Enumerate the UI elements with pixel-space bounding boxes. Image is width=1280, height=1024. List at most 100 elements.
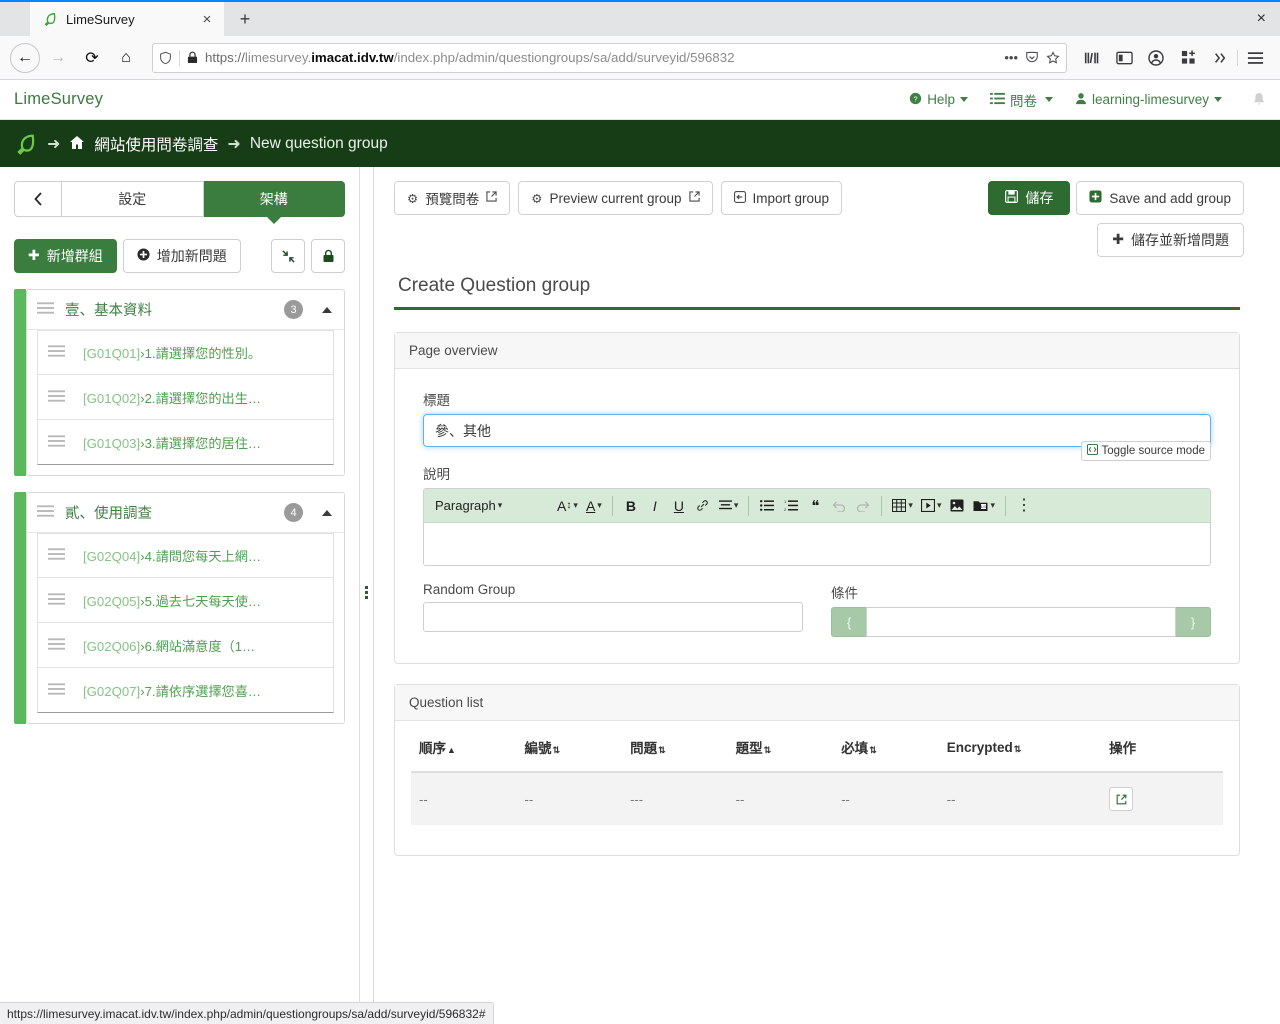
- column-type[interactable]: 題型⇅: [727, 721, 834, 773]
- close-icon[interactable]: ×: [198, 10, 216, 28]
- italic-icon[interactable]: I: [644, 493, 666, 519]
- hamburger-menu-icon[interactable]: [1240, 43, 1270, 73]
- bold-icon[interactable]: B: [620, 493, 642, 519]
- shield-icon[interactable]: [159, 51, 172, 65]
- drag-handle-icon[interactable]: [48, 389, 65, 405]
- column-question[interactable]: 問題⇅: [622, 721, 728, 773]
- tab-settings[interactable]: 設定: [62, 181, 204, 217]
- underline-icon[interactable]: U: [668, 493, 690, 519]
- list-item[interactable]: [G01Q01]›1.請選擇您的性別。: [37, 330, 334, 375]
- limesurvey-leaf-icon[interactable]: [14, 132, 38, 156]
- home-icon[interactable]: [69, 135, 85, 153]
- extensions-icon[interactable]: [1173, 43, 1203, 73]
- blockquote-icon[interactable]: ❝: [804, 493, 826, 519]
- media-icon[interactable]: ▾: [918, 493, 945, 519]
- caret-up-icon[interactable]: [322, 509, 332, 516]
- back-icon[interactable]: ←: [10, 42, 40, 73]
- save-and-add-question-button[interactable]: ✚ 儲存並新增問題: [1097, 223, 1244, 257]
- preview-current-group-button[interactable]: ⚙ Preview current group: [518, 181, 713, 215]
- drag-handle-icon[interactable]: [37, 302, 54, 317]
- bullet-list-icon[interactable]: [756, 493, 778, 519]
- library-icon[interactable]: [1077, 43, 1107, 73]
- column-code[interactable]: 編號⇅: [516, 721, 623, 773]
- question-label: [G02Q06]›6.網站滿意度（1…: [83, 636, 255, 655]
- list-item[interactable]: [G02Q05]›5.過去七天每天使…: [37, 578, 334, 623]
- drag-handle-icon[interactable]: [48, 592, 65, 608]
- question-group-header[interactable]: 壹、基本資料 3: [27, 290, 344, 330]
- drag-handle-icon[interactable]: [48, 345, 65, 360]
- overflow-icon[interactable]: [1205, 43, 1235, 73]
- help-menu[interactable]: ? Help: [909, 92, 968, 108]
- link-icon[interactable]: [692, 493, 714, 519]
- drag-handle-icon[interactable]: [48, 434, 65, 450]
- list-item[interactable]: [G01Q03]›3.請選擇您的居住…: [37, 420, 334, 465]
- toggle-source-mode-button[interactable]: Toggle source mode: [1081, 441, 1211, 461]
- surveys-menu[interactable]: 問卷: [990, 90, 1037, 110]
- font-size-icon[interactable]: A ↕ ▾: [554, 493, 581, 519]
- random-group-input[interactable]: [423, 602, 803, 632]
- external-link-icon[interactable]: [1109, 787, 1134, 811]
- caret-up-icon[interactable]: [322, 306, 332, 313]
- tab-structure[interactable]: 架構: [203, 181, 345, 224]
- font-color-icon[interactable]: A ▾: [583, 493, 605, 519]
- drag-handle-icon[interactable]: [48, 548, 65, 563]
- window-close-button[interactable]: ×: [1257, 10, 1266, 28]
- reload-icon[interactable]: ⟳: [76, 42, 108, 74]
- column-mandatory[interactable]: 必填⇅: [833, 721, 939, 773]
- bell-icon[interactable]: [1252, 92, 1266, 107]
- list-item[interactable]: [G01Q02]›2.請選擇您的出生…: [37, 375, 334, 420]
- editor-content-area[interactable]: [424, 523, 1210, 565]
- question-group: 壹、基本資料 3 [G01Q01]›1.請選擇您的性別。 [G01Q02]›2.…: [14, 289, 345, 476]
- forward-icon[interactable]: →: [42, 42, 74, 74]
- list-item[interactable]: [G02Q06]›6.網站滿意度（1…: [37, 623, 334, 668]
- condition-input[interactable]: [866, 607, 1176, 637]
- account-icon[interactable]: [1141, 43, 1171, 73]
- table-icon[interactable]: ▾: [889, 493, 916, 519]
- browser-tabstrip: LimeSurvey × + ×: [0, 0, 1280, 36]
- browser-tab[interactable]: LimeSurvey ×: [30, 2, 224, 36]
- sidebar-collapse-button[interactable]: [14, 181, 62, 217]
- url-bar[interactable]: https://limesurvey.imacat.idv.tw/index.p…: [152, 42, 1067, 73]
- list-item[interactable]: [G02Q04]›4.請問您每天上網…: [37, 533, 334, 578]
- lock-icon[interactable]: [311, 239, 345, 273]
- more-options-icon[interactable]: ⋮: [1013, 493, 1035, 519]
- breadcrumb-survey[interactable]: 網站使用問卷調查: [94, 133, 218, 155]
- preview-survey-button[interactable]: ⚙ 預覽問卷: [394, 181, 511, 215]
- save-and-add-group-button[interactable]: Save and add group: [1076, 181, 1244, 215]
- add-question-button[interactable]: 增加新問題: [122, 239, 241, 273]
- pocket-icon[interactable]: [1025, 51, 1039, 65]
- drag-handle-icon[interactable]: [37, 505, 54, 520]
- list-item[interactable]: [G02Q07]›7.請依序選擇您喜…: [37, 668, 334, 713]
- align-icon[interactable]: ▾: [716, 493, 742, 519]
- column-mandatory-label: 必填: [841, 741, 869, 756]
- star-icon[interactable]: [1046, 50, 1060, 65]
- user-menu[interactable]: learning-limesurvey: [1075, 92, 1222, 108]
- drag-handle-icon[interactable]: [48, 637, 65, 653]
- sidebar-resizer[interactable]: [360, 167, 374, 1024]
- question-group-header[interactable]: 貳、使用調查 4: [27, 493, 344, 533]
- extra-fields-row: Random Group 條件 { }: [423, 582, 1211, 637]
- lock-icon[interactable]: [187, 51, 198, 64]
- undo-icon[interactable]: [828, 493, 850, 519]
- file-manager-icon[interactable]: LS ▾: [970, 493, 998, 519]
- surveys-chevron-down-icon[interactable]: [1044, 97, 1053, 102]
- column-encrypted[interactable]: Encrypted⇅: [938, 721, 1102, 773]
- redo-icon[interactable]: [852, 493, 874, 519]
- breadcrumb-arrow-2: ➜: [227, 135, 241, 153]
- column-order[interactable]: 順序▲: [411, 721, 517, 773]
- import-group-button[interactable]: Import group: [720, 181, 843, 215]
- sidebar-icon[interactable]: [1109, 43, 1139, 73]
- add-group-button[interactable]: ✚ 新增群組: [14, 239, 117, 273]
- collapse-arrows-icon[interactable]: [271, 239, 305, 273]
- drag-handle-icon[interactable]: [48, 682, 65, 698]
- paragraph-style-dropdown[interactable]: Paragraph ▾: [432, 493, 552, 519]
- new-tab-button[interactable]: +: [230, 4, 260, 34]
- url-more-icon[interactable]: •••: [1004, 50, 1018, 65]
- home-icon[interactable]: ⌂: [110, 42, 142, 74]
- app-brand[interactable]: LimeSurvey: [14, 90, 103, 109]
- save-button[interactable]: 儲存: [988, 181, 1071, 215]
- user-icon: [1075, 92, 1087, 108]
- url-text[interactable]: https://limesurvey.imacat.idv.tw/index.p…: [205, 50, 997, 65]
- image-icon[interactable]: [946, 493, 968, 519]
- numbered-list-icon[interactable]: 12: [780, 493, 802, 519]
